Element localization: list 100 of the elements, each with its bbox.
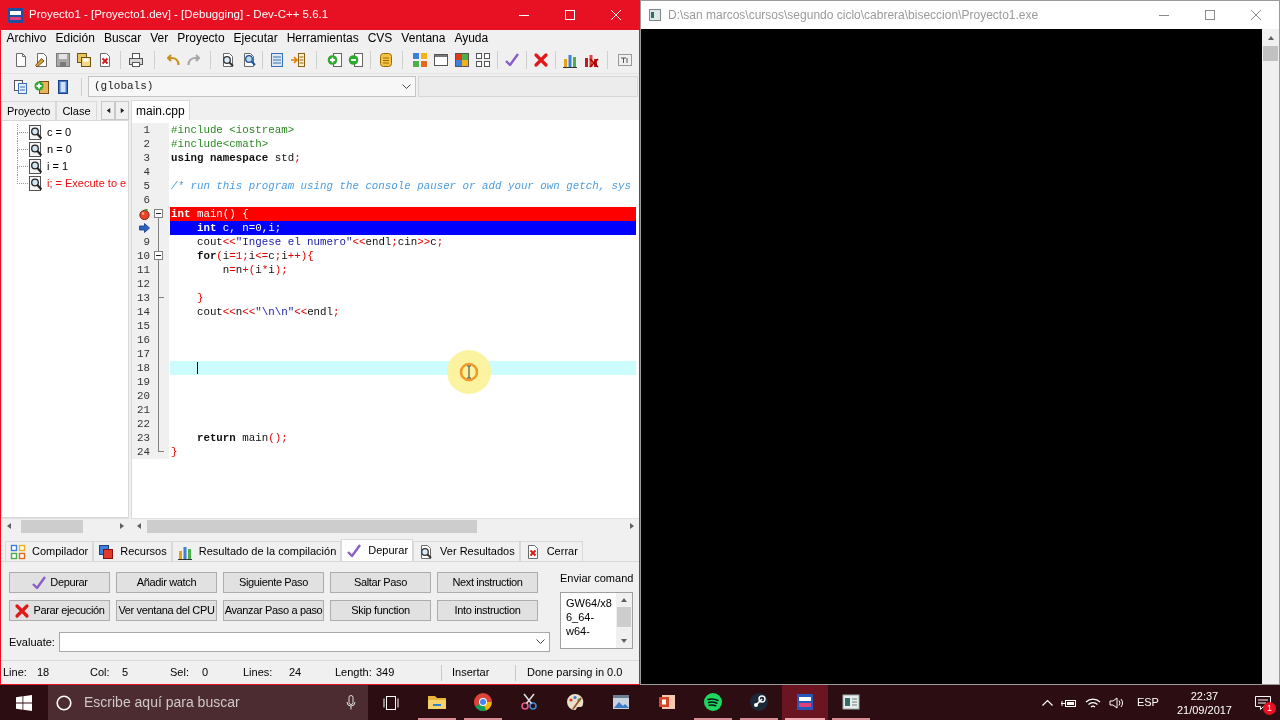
chevron-down-icon[interactable] <box>536 639 545 645</box>
watch-magnifier-icon[interactable] <box>28 176 43 191</box>
menu-item[interactable]: Archivo <box>2 30 51 47</box>
watch-item[interactable]: i = 1 <box>47 158 69 175</box>
debug-button[interactable]: Next instruction <box>437 572 538 593</box>
watch-magnifier-icon[interactable] <box>28 159 43 174</box>
stacked-pages-icon[interactable] <box>12 78 29 95</box>
horizontal-scrollbar[interactable] <box>131 518 639 533</box>
chevron-down-icon[interactable] <box>402 83 411 90</box>
execution-arrow-icon[interactable] <box>139 223 150 233</box>
page-plus-icon[interactable] <box>326 52 343 68</box>
volume-icon[interactable] <box>1108 696 1123 709</box>
menu-item[interactable]: Herramientas <box>282 30 364 47</box>
maximize-icon[interactable] <box>1205 10 1215 20</box>
indent-lines-icon[interactable] <box>268 52 285 68</box>
check-icon[interactable] <box>503 52 520 68</box>
scroll-right-icon[interactable] <box>117 522 126 530</box>
page-minus-icon[interactable] <box>347 52 364 68</box>
scroll-up-icon[interactable] <box>620 596 628 604</box>
debug-button[interactable]: Siguiente Paso <box>223 572 324 593</box>
menu-item[interactable]: Edición <box>51 30 100 47</box>
fold-toggle-icon[interactable] <box>154 209 163 218</box>
scrollbar-thumb[interactable] <box>617 607 631 627</box>
line-number: 12 <box>137 277 150 291</box>
menu-item[interactable]: Ayuda <box>449 30 493 47</box>
editor-tab[interactable]: main.cpp <box>131 100 190 120</box>
language-indicator[interactable]: ESP <box>1136 694 1159 711</box>
scrollbar-thumb[interactable] <box>1263 46 1278 61</box>
scrollbar-thumb[interactable] <box>147 519 477 533</box>
fold-toggle-icon[interactable] <box>154 251 163 260</box>
notification-icon[interactable] <box>1255 695 1271 710</box>
debug-button[interactable]: Avanzar Paso a paso <box>223 600 324 621</box>
close-icon[interactable] <box>1251 10 1261 20</box>
stacked-disks-icon[interactable] <box>75 52 92 68</box>
scrollbar-thumb[interactable] <box>21 519 83 533</box>
panel-tab[interactable]: Clase <box>56 101 97 120</box>
console-app-icon <box>649 9 661 21</box>
left-triangle-icon[interactable] <box>104 107 112 114</box>
code-line: #include<cmath> <box>170 137 270 151</box>
debug-button[interactable]: Into instruction <box>437 600 538 621</box>
clock[interactable]: 22:37 21/09/2017 <box>1176 688 1232 717</box>
plus-page-icon[interactable] <box>33 78 50 95</box>
scope-combo[interactable]: (globals) <box>88 76 416 97</box>
watch-magnifier-icon[interactable] <box>28 125 43 140</box>
watch-item[interactable]: i; = Execute to e <box>47 175 127 192</box>
code-line: } <box>195 291 205 305</box>
menu-item[interactable]: Ejecutar <box>229 30 283 47</box>
debug-button[interactable]: Depurar <box>9 572 110 593</box>
scroll-icon[interactable] <box>377 52 394 68</box>
watch-item[interactable]: n = 0 <box>47 141 72 158</box>
vertical-scrollbar[interactable] <box>1262 29 1279 684</box>
chevron-up-icon[interactable] <box>1041 699 1053 706</box>
tab-scroll-right-button[interactable] <box>115 101 129 120</box>
output-tab[interactable]: Ver Resultados <box>413 541 520 561</box>
taskbar-app-button[interactable] <box>782 685 828 720</box>
menu-item[interactable]: Ventana <box>396 30 450 47</box>
color-window-icon[interactable] <box>453 52 470 68</box>
page-brush-icon[interactable] <box>33 52 50 68</box>
debug-button[interactable]: Ver ventana del CPU <box>116 600 217 621</box>
evaluate-field[interactable] <box>59 632 550 652</box>
debug-button[interactable]: Skip function <box>330 600 431 621</box>
watch-item[interactable]: c = 0 <box>47 124 72 141</box>
window-icon[interactable] <box>432 52 449 68</box>
menu-item[interactable]: Buscar <box>99 30 146 47</box>
outdent-arrow-icon[interactable] <box>289 52 306 68</box>
line-number: 23 <box>137 431 150 445</box>
chart-cross-icon[interactable] <box>582 52 599 68</box>
output-tab[interactable]: Resultado de la compilación <box>171 541 342 561</box>
tab-scroll-left-button[interactable] <box>101 101 115 120</box>
color-squares-icon[interactable] <box>411 52 428 68</box>
output-tab[interactable]: Compilador <box>5 541 94 561</box>
window-title: Proyecto1 - [Proyecto1.dev] - [Debugging] - Dev-C++ 5.6.1 <box>29 7 329 23</box>
debug-button[interactable]: Añadir watch <box>116 572 217 593</box>
output-tab[interactable]: Cerrar <box>519 541 583 561</box>
right-triangle-icon[interactable] <box>118 107 126 114</box>
scroll-right-icon[interactable] <box>627 522 636 530</box>
menu-item[interactable]: Ver <box>145 30 173 47</box>
scroll-down-icon[interactable] <box>620 637 628 645</box>
check-icon <box>346 542 363 559</box>
bar-chart-icon[interactable] <box>561 52 578 68</box>
windows-logo-icon[interactable] <box>16 694 32 711</box>
taskbar-search-field[interactable]: Escribe aquí para buscar <box>48 685 368 720</box>
line-number: 1 <box>143 123 150 137</box>
watch-magnifier-icon[interactable] <box>28 142 43 157</box>
debug-button[interactable]: Parar ejecución <box>9 600 110 621</box>
status-value: 24 <box>289 665 302 681</box>
menu-item[interactable]: CVS <box>363 30 397 47</box>
output-tab[interactable]: Depurar <box>341 539 414 561</box>
cross-icon[interactable] <box>532 52 549 68</box>
printer-icon[interactable] <box>127 52 144 68</box>
breakpoint-icon[interactable] <box>139 208 150 220</box>
task-view-icon[interactable] <box>383 695 399 710</box>
debug-button[interactable]: Saltar Paso <box>330 572 431 593</box>
microphone-icon[interactable] <box>346 695 356 710</box>
panel-tab[interactable]: Proyecto <box>1 101 57 120</box>
output-tab[interactable]: Recursos <box>93 541 172 561</box>
wifi-icon[interactable] <box>1084 696 1101 709</box>
grid-icon[interactable] <box>474 52 491 68</box>
status-value: 18 <box>37 665 50 681</box>
menu-item[interactable]: Proyecto <box>172 30 230 47</box>
